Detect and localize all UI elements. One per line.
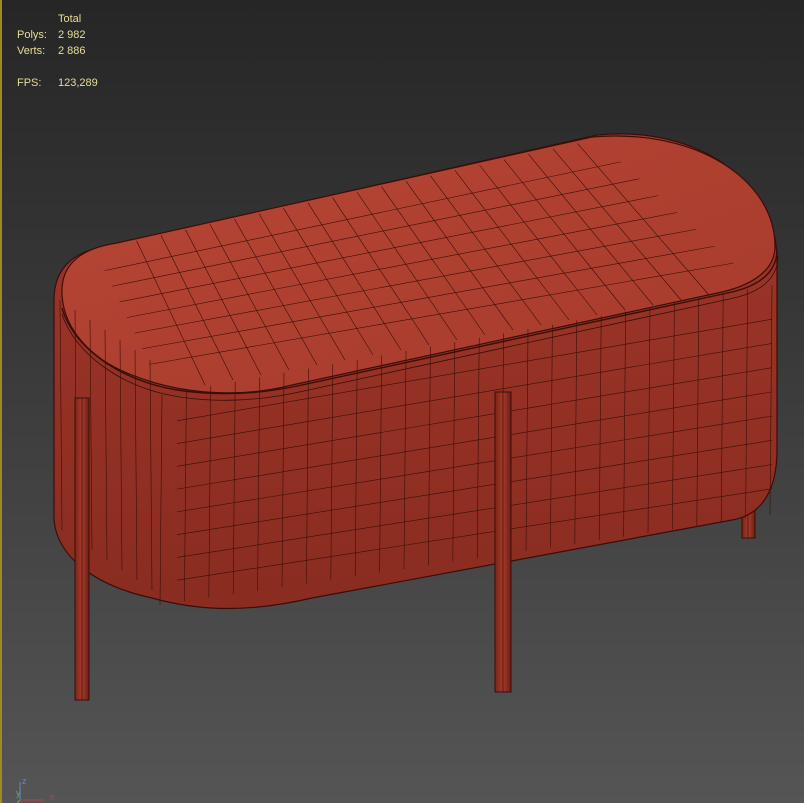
bench-model[interactable] xyxy=(2,0,804,803)
leg-front-mid xyxy=(494,391,512,693)
axis-gizmo: z y x xyxy=(14,776,64,803)
viewport[interactable]: Total Polys: 2 982 Verts: 2 886 FPS: 123,28… xyxy=(0,0,804,803)
axis-z-label: z xyxy=(22,776,27,786)
leg-front-left xyxy=(74,397,90,701)
axis-x-label: x xyxy=(50,792,55,802)
axis-y-label: y xyxy=(16,788,21,798)
